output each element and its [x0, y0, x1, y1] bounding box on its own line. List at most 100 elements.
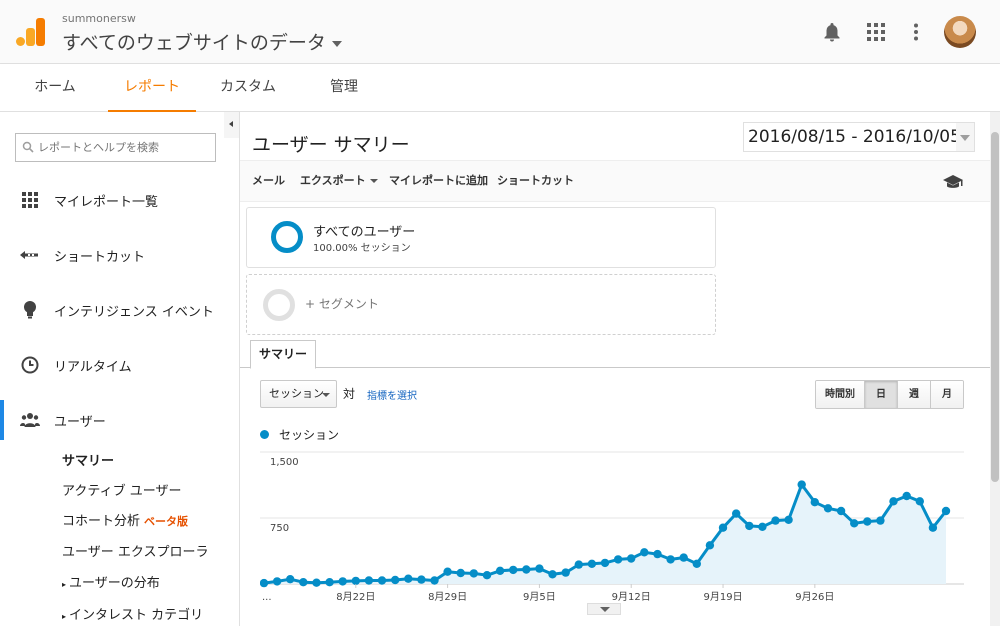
- data-point[interactable]: [482, 571, 492, 580]
- sidebar-item-realtime[interactable]: リアルタイム: [0, 345, 239, 385]
- sidebar-subitem-active-users[interactable]: アクティブ ユーザー: [62, 480, 181, 499]
- data-point[interactable]: [286, 575, 295, 584]
- data-point[interactable]: [587, 559, 597, 568]
- sidebar-subitem-cohort[interactable]: コホート分析 ベータ版: [62, 510, 188, 529]
- sessions-chart[interactable]: 1,500 750... 8月22日 8月29日 9月5日 9月12日 9月19日 9月26日: [260, 446, 964, 616]
- granularity-week[interactable]: 週: [897, 381, 930, 408]
- data-point[interactable]: [443, 567, 452, 576]
- data-point[interactable]: [509, 565, 518, 575]
- sidebar-search[interactable]: [15, 133, 216, 162]
- data-point[interactable]: [613, 555, 623, 564]
- sidebar-item-shortcuts[interactable]: ショートカット: [0, 235, 239, 275]
- data-point[interactable]: [561, 568, 570, 577]
- data-point[interactable]: [272, 577, 282, 586]
- granularity-day[interactable]: 日: [864, 381, 897, 408]
- data-point[interactable]: [705, 541, 715, 550]
- data-point[interactable]: [404, 574, 413, 583]
- data-point[interactable]: [679, 553, 688, 562]
- data-point[interactable]: [745, 521, 754, 531]
- data-point[interactable]: [469, 569, 478, 578]
- notifications-bell-icon[interactable]: [820, 20, 844, 44]
- data-point[interactable]: [758, 522, 767, 531]
- sidebar-subitem-interests[interactable]: ▸ インタレスト カテゴリ: [62, 604, 203, 623]
- data-point[interactable]: [836, 506, 846, 516]
- tab-reports[interactable]: レポート: [108, 64, 196, 112]
- data-point[interactable]: [863, 517, 872, 526]
- metric-select[interactable]: セッション: [260, 380, 337, 408]
- scrollbar-thumb[interactable]: [991, 132, 999, 482]
- data-point[interactable]: [876, 516, 885, 525]
- data-point[interactable]: [627, 554, 636, 563]
- sidebar-collapse-button[interactable]: [224, 112, 240, 138]
- data-point[interactable]: [692, 559, 701, 568]
- data-point[interactable]: [548, 570, 557, 579]
- data-point[interactable]: [718, 523, 728, 532]
- data-point[interactable]: [902, 491, 911, 501]
- shortcut-button[interactable]: ショートカット: [497, 161, 574, 201]
- data-point[interactable]: [364, 576, 374, 585]
- data-point[interactable]: [810, 498, 819, 507]
- property-selector[interactable]: すべてのウェブサイトのデータ: [62, 28, 342, 55]
- data-point[interactable]: [312, 578, 321, 587]
- more-vert-icon[interactable]: [904, 20, 928, 44]
- data-point[interactable]: [928, 523, 938, 532]
- segment-all-users[interactable]: すべてのユーザー 100.00% セッション: [246, 207, 716, 268]
- add-to-dashboard-button[interactable]: マイレポートに追加: [389, 161, 488, 201]
- search-input[interactable]: [38, 134, 213, 161]
- add-segment[interactable]: + セグメント: [246, 274, 716, 335]
- data-point[interactable]: [653, 549, 662, 559]
- chart-legend[interactable]: セッション: [260, 426, 339, 443]
- data-point[interactable]: [325, 578, 334, 587]
- apps-grid-icon[interactable]: [864, 20, 888, 44]
- data-point[interactable]: [771, 516, 780, 525]
- chart-expand-button[interactable]: [587, 603, 621, 615]
- data-point[interactable]: [338, 577, 347, 586]
- tab-customization[interactable]: カスタム: [210, 64, 286, 112]
- granularity-hourly[interactable]: 時間別: [816, 381, 864, 408]
- select-metric-link[interactable]: 指標を選択: [367, 387, 417, 402]
- email-button[interactable]: メール: [252, 161, 285, 201]
- granularity-month[interactable]: 月: [930, 381, 963, 408]
- graduation-cap-icon[interactable]: [942, 174, 964, 190]
- analytics-logo-icon[interactable]: [16, 18, 46, 46]
- data-point[interactable]: [574, 560, 583, 569]
- segment-share: 100.00% セッション: [313, 243, 411, 254]
- sidebar-subitem-demographics[interactable]: ▸ ユーザーの分布: [62, 572, 160, 591]
- tab-overview[interactable]: サマリー: [250, 340, 316, 369]
- data-point[interactable]: [377, 576, 387, 585]
- date-range-picker[interactable]: 2016/08/15 - 2016/10/05: [743, 122, 975, 152]
- data-point[interactable]: [915, 497, 924, 506]
- export-button[interactable]: エクスポート: [300, 161, 378, 201]
- sidebar-item-intelligence[interactable]: インテリジェンス イベント: [0, 290, 239, 330]
- data-point[interactable]: [522, 565, 531, 574]
- data-point[interactable]: [299, 578, 308, 587]
- data-point[interactable]: [823, 504, 833, 513]
- data-point[interactable]: [351, 576, 360, 586]
- data-point[interactable]: [850, 519, 859, 528]
- tab-home[interactable]: ホーム: [24, 64, 86, 112]
- data-point[interactable]: [797, 480, 806, 489]
- data-point[interactable]: [784, 515, 793, 524]
- data-point[interactable]: [456, 568, 465, 578]
- sidebar-subitem-user-explorer[interactable]: ユーザー エクスプローラ: [62, 541, 208, 560]
- data-point[interactable]: [391, 575, 400, 585]
- data-point[interactable]: [732, 509, 741, 518]
- granularity-toggle: 時間別 日 週 月: [815, 380, 964, 409]
- data-point[interactable]: [260, 578, 269, 588]
- data-point[interactable]: [640, 548, 649, 557]
- sidebar-item-label: インテリジェンス イベント: [54, 304, 214, 320]
- tab-admin[interactable]: 管理: [314, 64, 374, 112]
- data-point[interactable]: [430, 576, 439, 585]
- data-point[interactable]: [535, 564, 544, 573]
- user-avatar[interactable]: [944, 16, 976, 48]
- sidebar-subitem-overview[interactable]: サマリー: [62, 450, 114, 469]
- data-point[interactable]: [417, 575, 426, 584]
- data-point[interactable]: [941, 506, 951, 516]
- sidebar-item-dashboards[interactable]: マイレポート一覧: [0, 180, 239, 220]
- data-point[interactable]: [495, 566, 505, 575]
- sidebar-subitem-label: インタレスト カテゴリ: [69, 608, 204, 623]
- data-point[interactable]: [600, 558, 610, 568]
- data-point[interactable]: [666, 555, 675, 564]
- sidebar-item-audience[interactable]: ユーザー: [0, 400, 239, 440]
- data-point[interactable]: [889, 497, 898, 506]
